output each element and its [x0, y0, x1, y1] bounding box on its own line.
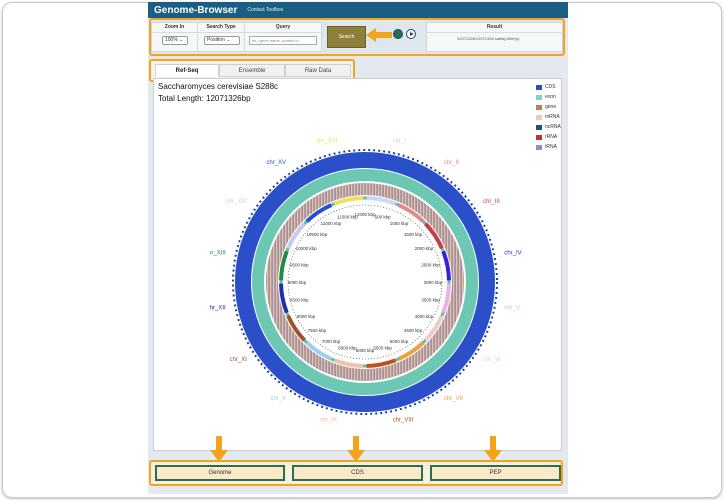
- kbp-label: 10500 kbp: [306, 232, 328, 237]
- chromosome-label[interactable]: chr_VI: [483, 357, 501, 363]
- kbp-label: 3500 kbp: [421, 298, 440, 303]
- legend-item: CDS: [536, 82, 561, 92]
- chromosome-label[interactable]: chr_IX: [320, 417, 337, 423]
- legend-label: mRNA: [545, 114, 560, 120]
- legend-swatch: [536, 104, 542, 110]
- kbp-scale-ring: [287, 204, 443, 360]
- tab-raw-data[interactable]: Raw Data: [285, 64, 351, 77]
- legend-item: mRNA: [536, 112, 561, 122]
- chromosome-label[interactable]: chr_II: [444, 160, 459, 166]
- query-cell: Query ex.) gene name, protein id..: [245, 23, 321, 51]
- chromosome-label[interactable]: chr_VIII: [393, 417, 414, 423]
- contact-toolbox-link[interactable]: Contact Toolbox: [247, 7, 283, 13]
- search-form: Zoom In 100% ⌄ Search Type Position ⌄ Qu…: [151, 22, 322, 52]
- legend-item: exon: [536, 92, 561, 102]
- result-header: Result: [427, 23, 562, 33]
- tab-ensemble[interactable]: Ensemble: [219, 64, 285, 77]
- prev-result-button[interactable]: [393, 29, 403, 39]
- tab-ref-seq[interactable]: Ref-Seq: [155, 64, 219, 77]
- download-bar: Genome CDS PEP: [149, 460, 563, 486]
- legend-item: tRNA: [536, 142, 561, 152]
- chromosome-label[interactable]: chr_IV: [504, 250, 521, 256]
- zoom-header: Zoom In: [152, 23, 197, 33]
- kbp-label: 1500 kbp: [404, 232, 423, 237]
- kbp-label: 1000 kbp: [390, 221, 409, 226]
- kbp-label: 8500 kbp: [290, 298, 309, 303]
- chromosome-label[interactable]: chr_I: [393, 139, 407, 145]
- legend-label: CDS: [545, 84, 556, 90]
- legend-label: rRNA: [545, 134, 558, 140]
- legend-label: exon: [545, 94, 556, 100]
- kbp-label: 6000 kbp: [356, 348, 375, 353]
- kbp-label: 4500 kbp: [404, 328, 423, 333]
- kbp-label: 9500 kbp: [290, 262, 309, 267]
- genome-download-button[interactable]: Genome: [155, 465, 285, 481]
- circular-genome-plot[interactable]: 12000 kbp 500 kbp1000 kbp1500 kbp2000 kbp…: [210, 130, 530, 440]
- chromosome-label[interactable]: chr_XIII: [210, 250, 226, 256]
- search-type-cell: Search Type Position ⌄: [198, 23, 245, 51]
- legend-swatch: [536, 94, 542, 100]
- orange-arrow-down-icon: [484, 436, 502, 462]
- kbp-label: 500 kbp: [375, 214, 392, 219]
- legend-item: gene: [536, 102, 561, 112]
- kbp-label: 11000 kbp: [321, 221, 342, 226]
- legend-swatch: [536, 144, 542, 150]
- query-input[interactable]: ex.) gene name, protein id..: [249, 36, 317, 45]
- legend-label: tRNA: [545, 144, 557, 150]
- orange-arrow-down-icon: [210, 436, 228, 462]
- chromosome-label[interactable]: chr_XI: [230, 357, 248, 363]
- chromosome-label[interactable]: chr_VII: [444, 396, 463, 402]
- feature-legend: CDS exon gene mRNA ncRNA rRNA tRNA: [536, 82, 561, 152]
- kbp-label: 5000 kbp: [390, 339, 409, 344]
- legend-swatch: [536, 124, 542, 130]
- organism-name: Saccharomyces cerevisiae S288c: [158, 82, 279, 91]
- kbp-scale-labels: 12000 kbp 500 kbp1000 kbp1500 kbp2000 kbp…: [288, 212, 443, 353]
- search-type-select[interactable]: Position ⌄: [204, 36, 240, 45]
- result-panel: Result 12071326/12071326 satisfy filter(…: [426, 22, 563, 52]
- app-title[interactable]: Genome-Browser: [154, 5, 237, 16]
- total-length: Total Length: 12071326bp: [158, 94, 251, 103]
- next-result-button[interactable]: [406, 29, 416, 39]
- query-header: Query: [245, 23, 321, 33]
- cds-download-button[interactable]: CDS: [292, 465, 423, 481]
- kbp-label: 10000 kbp: [296, 246, 318, 251]
- chromosome-label[interactable]: chr_XII: [210, 306, 226, 312]
- search-type-header: Search Type: [198, 23, 244, 33]
- legend-item: ncRNA: [536, 122, 561, 132]
- orange-arrow-down-icon: [347, 436, 365, 462]
- orange-arrow-left-icon: [366, 28, 392, 42]
- chromosome-label[interactable]: chr_V: [504, 306, 520, 312]
- kbp-label: 7500 kbp: [308, 328, 327, 333]
- legend-swatch: [536, 134, 542, 140]
- pep-download-button[interactable]: PEP: [430, 465, 561, 481]
- kbp-label: 3000 kbp: [424, 280, 443, 285]
- result-count: 12071326/12071326 satisfy filter(s): [457, 36, 520, 41]
- kbp-label: 8000 kbp: [297, 314, 316, 319]
- kbp-label: 4000 kbp: [415, 314, 434, 319]
- chromosome-label[interactable]: chr_X: [270, 396, 286, 402]
- legend-label: gene: [545, 104, 557, 110]
- kbp-label: 2500 kbp: [421, 262, 440, 267]
- kbp-label: 6500 kbp: [338, 346, 357, 351]
- kbp-label: 7000 kbp: [322, 339, 341, 344]
- app-header: Genome-Browser Contact Toolbox: [148, 2, 568, 18]
- chromosome-label[interactable]: chr_XV: [266, 160, 286, 166]
- kbp-label: 9000 kbp: [288, 280, 307, 285]
- legend-item: rRNA: [536, 132, 561, 142]
- legend-label: ncRNA: [545, 124, 561, 130]
- kbp-label: 5500 kbp: [373, 346, 392, 351]
- kbp-label: 11500 kbp: [337, 214, 358, 219]
- chromosome-label[interactable]: chr_XIV: [226, 199, 247, 205]
- zoom-cell: Zoom In 100% ⌄: [152, 23, 198, 51]
- legend-swatch: [536, 84, 542, 90]
- chromosome-label[interactable]: chr_III: [483, 199, 500, 205]
- kbp-label: 2000 kbp: [415, 246, 434, 251]
- chromosome-label[interactable]: chr_XVI: [316, 139, 338, 145]
- zoom-select[interactable]: 100% ⌄: [162, 36, 188, 45]
- legend-swatch: [536, 114, 542, 120]
- search-button[interactable]: Search: [327, 26, 366, 48]
